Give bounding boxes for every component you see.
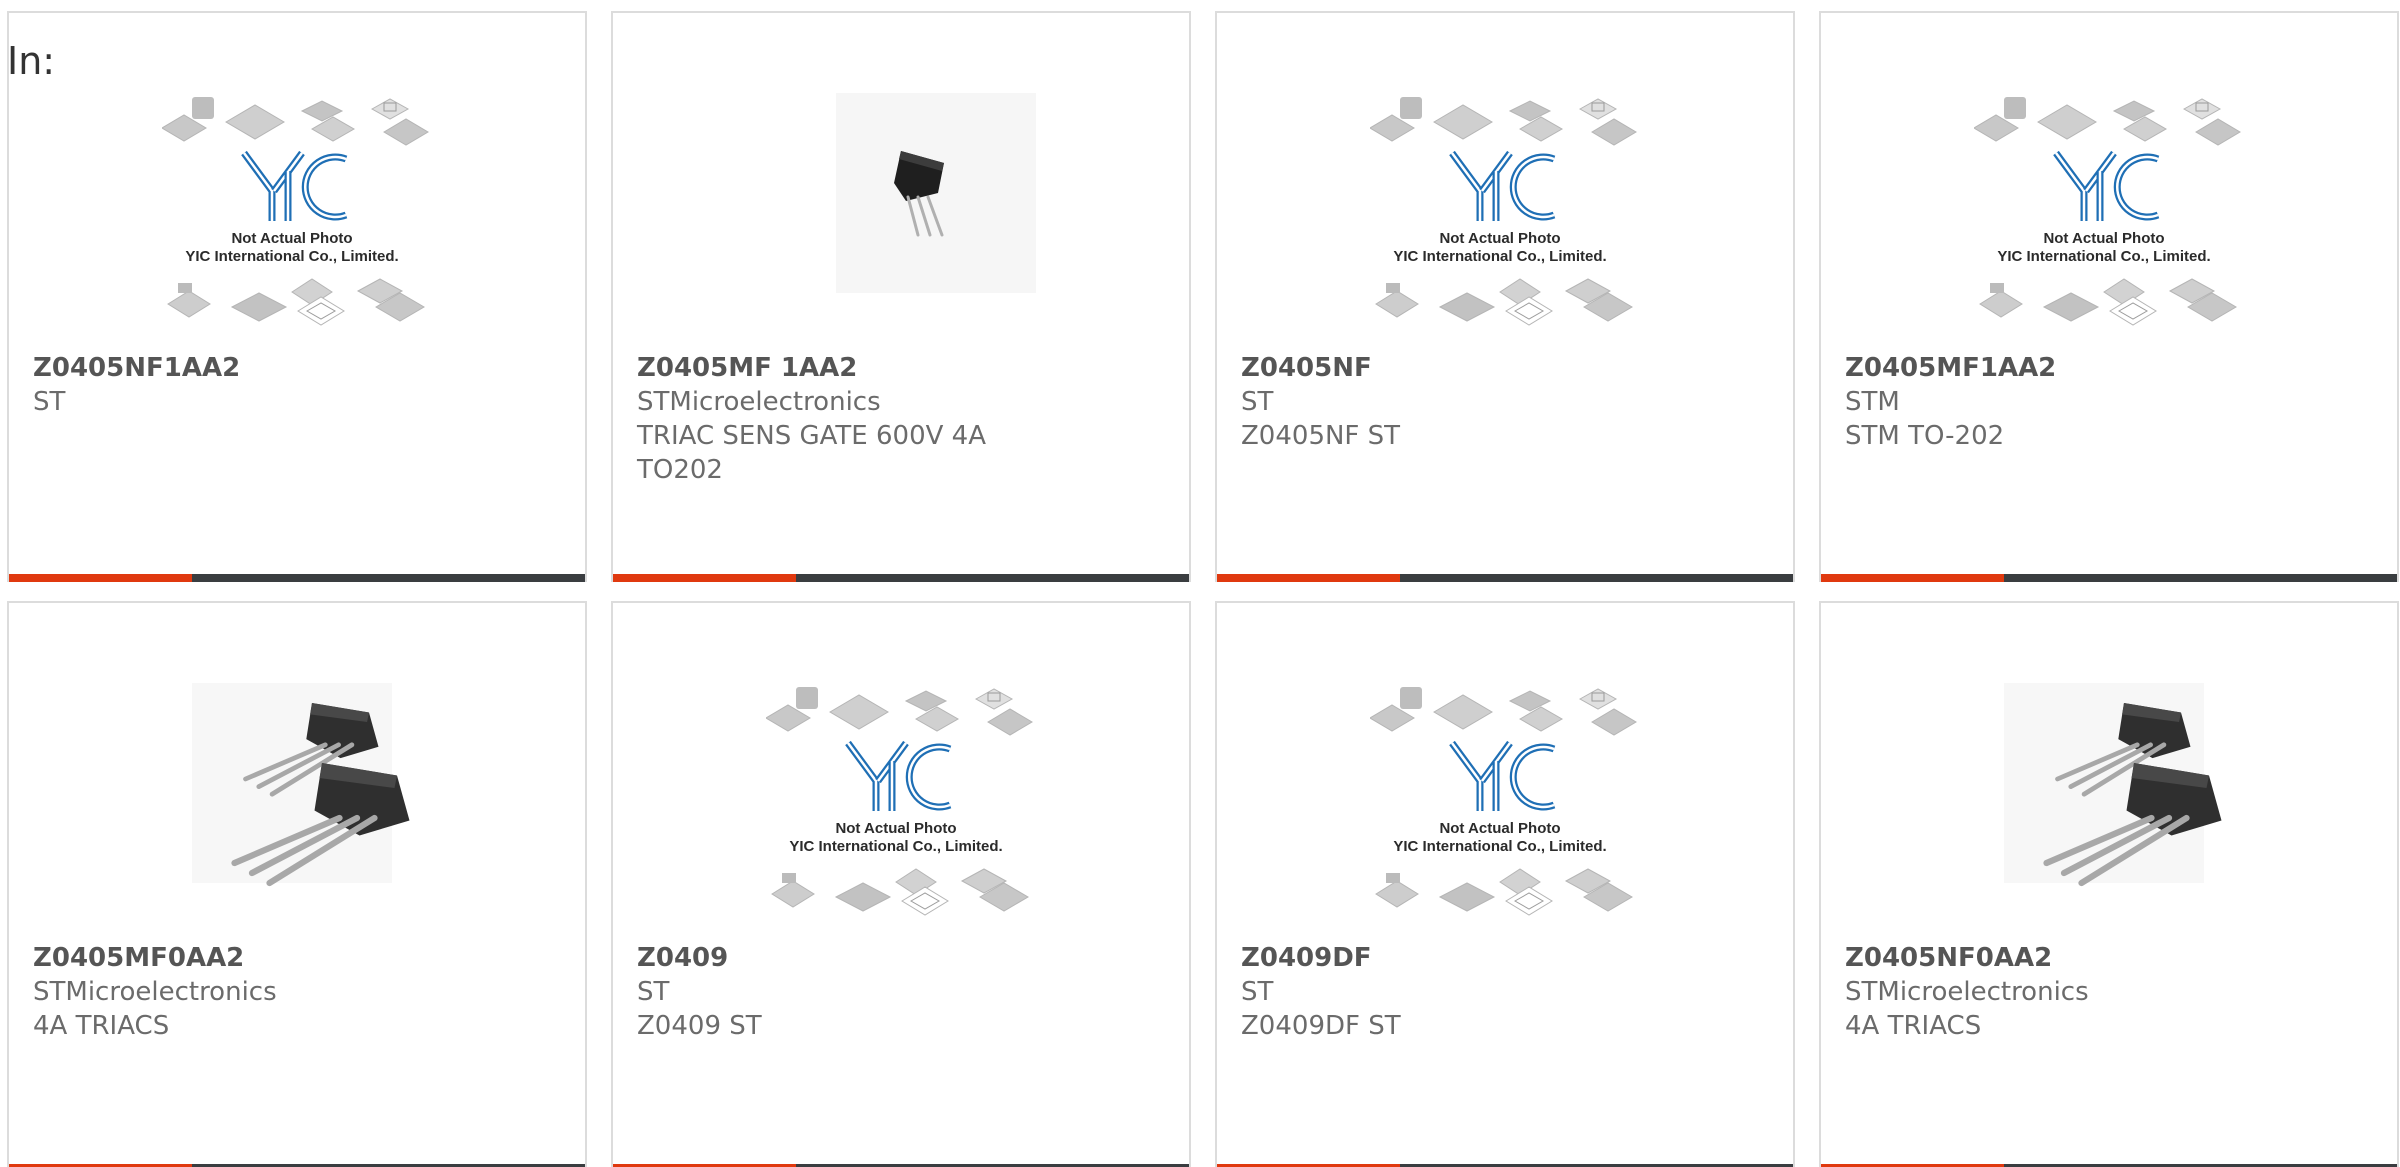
product-info: Z0409DF ST Z0409DF ST bbox=[1241, 941, 1773, 1043]
product-card[interactable]: Not Actual Photo YIC International Co., L… bbox=[1215, 601, 1795, 1167]
triac-pair-image bbox=[2004, 683, 2222, 887]
card-bottom-bar bbox=[613, 574, 1189, 582]
product-description: 4A TRIACS bbox=[33, 1011, 170, 1041]
manufacturer: STMicroelectronics bbox=[1845, 977, 2089, 1007]
manufacturer: ST bbox=[33, 387, 66, 417]
product-info: Z0405MF1AA2 STM STM TO-202 bbox=[1845, 351, 2377, 453]
card-bottom-bar bbox=[1217, 574, 1793, 582]
card-bottom-bar bbox=[9, 574, 585, 582]
not-actual-photo-placeholder: Not Actual PhotoYIC International Co., L… bbox=[766, 687, 1033, 916]
chip-icons-bottom bbox=[1375, 278, 1633, 326]
product-description: Z0405NF ST bbox=[1241, 421, 1401, 451]
yic-company-text: YIC International Co., Limited. bbox=[1393, 248, 1606, 265]
part-number[interactable]: Z0409 bbox=[637, 941, 1169, 975]
product-card[interactable]: Not Actual Photo YIC International Co., L… bbox=[611, 601, 1191, 1167]
part-number[interactable]: Z0405MF 1AA2 bbox=[637, 351, 1169, 385]
product-info: Z0409 ST Z0409 ST bbox=[637, 941, 1169, 1043]
manufacturer: ST bbox=[1241, 387, 1274, 417]
yic-logo-icon bbox=[241, 150, 348, 221]
chip-icons-top bbox=[766, 687, 1033, 736]
not-actual-photo-placeholder: Not Actual PhotoYIC International Co., L… bbox=[1370, 687, 1637, 916]
chip-icons-bottom bbox=[1979, 278, 2237, 326]
chip-icons-top bbox=[1370, 687, 1637, 736]
manufacturer: ST bbox=[1241, 977, 1274, 1007]
chip-icons-bottom bbox=[1375, 868, 1633, 916]
not-actual-photo-text: Not Actual Photo bbox=[2043, 230, 2164, 247]
yic-company-text: YIC International Co., Limited. bbox=[185, 248, 398, 265]
card-accent-bar bbox=[1217, 574, 1400, 582]
yic-logo-icon bbox=[1449, 150, 1556, 221]
not-actual-photo-text: Not Actual Photo bbox=[835, 820, 956, 837]
part-number[interactable]: Z0405MF1AA2 bbox=[1845, 351, 2377, 385]
yic-logo-icon bbox=[845, 740, 952, 811]
product-info: Z0405NF ST Z0405NF ST bbox=[1241, 351, 1773, 453]
triac-pair-image bbox=[192, 683, 410, 887]
card-accent-bar bbox=[613, 574, 796, 582]
product-description: Z0409 ST bbox=[637, 1011, 762, 1041]
product-info: Z0405NF0AA2 STMicroelectronics 4A TRIACS bbox=[1845, 941, 2377, 1043]
product-card[interactable]: Not Actual Photo YIC International Co., L… bbox=[1819, 11, 2399, 582]
part-number[interactable]: Z0405MF0AA2 bbox=[33, 941, 565, 975]
product-card[interactable]: Z0405NF0AA2 STMicroelectronics 4A TRIACS bbox=[1819, 601, 2399, 1167]
part-number[interactable]: Z0409DF bbox=[1241, 941, 1773, 975]
product-thumbnail[interactable] bbox=[613, 93, 1189, 343]
product-card[interactable]: Not Actual Photo YIC International Co., L… bbox=[1215, 11, 1795, 582]
manufacturer: ST bbox=[637, 977, 670, 1007]
product-thumbnail[interactable] bbox=[9, 683, 585, 933]
not-actual-photo-placeholder: Not Actual PhotoYIC International Co., L… bbox=[162, 97, 429, 326]
chip-icons-bottom bbox=[771, 868, 1029, 916]
product-info: Z0405MF 1AA2 STMicroelectronics TRIAC SE… bbox=[637, 351, 1169, 487]
card-accent-bar bbox=[1821, 574, 2004, 582]
yic-company-text: YIC International Co., Limited. bbox=[789, 838, 1002, 855]
part-number[interactable]: Z0405NF0AA2 bbox=[1845, 941, 2377, 975]
not-actual-photo-text: Not Actual Photo bbox=[231, 230, 352, 247]
product-thumbnail[interactable]: Not Actual Photo YIC International Co., L… bbox=[9, 93, 585, 343]
not-actual-photo-text: Not Actual Photo bbox=[1439, 230, 1560, 247]
part-number[interactable]: Z0405NF bbox=[1241, 351, 1773, 385]
product-card[interactable]: Not Actual Photo YIC International Co., L… bbox=[7, 11, 587, 582]
product-description: STM TO-202 bbox=[1845, 421, 2005, 451]
product-grid-page: In: Not Actual Photo YIC International Co… bbox=[0, 0, 2400, 1167]
not-actual-photo-placeholder: Not Actual PhotoYIC International Co., L… bbox=[1370, 97, 1637, 326]
chip-icons-top bbox=[1370, 97, 1637, 146]
product-description: TRIAC SENS GATE 600V 4A TO202 bbox=[637, 421, 987, 485]
product-info: Z0405NF1AA2 ST bbox=[33, 351, 565, 419]
product-thumbnail[interactable]: Not Actual Photo YIC International Co., L… bbox=[1217, 683, 1793, 933]
yic-company-text: YIC International Co., Limited. bbox=[1393, 838, 1606, 855]
chip-icons-top bbox=[162, 97, 429, 146]
yic-logo-icon bbox=[2053, 150, 2160, 221]
chip-icons-top bbox=[1974, 97, 2241, 146]
product-thumbnail[interactable] bbox=[1821, 683, 2397, 933]
product-thumbnail[interactable]: Not Actual Photo YIC International Co., L… bbox=[1821, 93, 2397, 343]
manufacturer: STMicroelectronics bbox=[33, 977, 277, 1007]
product-card[interactable]: Z0405MF0AA2 STMicroelectronics 4A TRIACS bbox=[7, 601, 587, 1167]
product-description: Z0409DF ST bbox=[1241, 1011, 1401, 1041]
product-description: 4A TRIACS bbox=[1845, 1011, 1982, 1041]
product-grid: Not Actual Photo YIC International Co., L… bbox=[7, 11, 2400, 1167]
yic-company-text: YIC International Co., Limited. bbox=[1997, 248, 2210, 265]
filter-in-label: In: bbox=[7, 39, 56, 83]
card-accent-bar bbox=[9, 574, 192, 582]
card-bottom-bar bbox=[1821, 574, 2397, 582]
triac-to202-image bbox=[836, 93, 1036, 293]
not-actual-photo-placeholder: Not Actual PhotoYIC International Co., L… bbox=[1974, 97, 2241, 326]
part-number[interactable]: Z0405NF1AA2 bbox=[33, 351, 565, 385]
not-actual-photo-text: Not Actual Photo bbox=[1439, 820, 1560, 837]
manufacturer: STM bbox=[1845, 387, 1900, 417]
product-thumbnail[interactable]: Not Actual Photo YIC International Co., L… bbox=[613, 683, 1189, 933]
product-card[interactable]: Z0405MF 1AA2 STMicroelectronics TRIAC SE… bbox=[611, 11, 1191, 582]
product-info: Z0405MF0AA2 STMicroelectronics 4A TRIACS bbox=[33, 941, 565, 1043]
chip-icons-bottom bbox=[167, 278, 425, 326]
product-thumbnail[interactable]: Not Actual Photo YIC International Co., L… bbox=[1217, 93, 1793, 343]
yic-logo-icon bbox=[1449, 740, 1556, 811]
manufacturer: STMicroelectronics bbox=[637, 387, 881, 417]
